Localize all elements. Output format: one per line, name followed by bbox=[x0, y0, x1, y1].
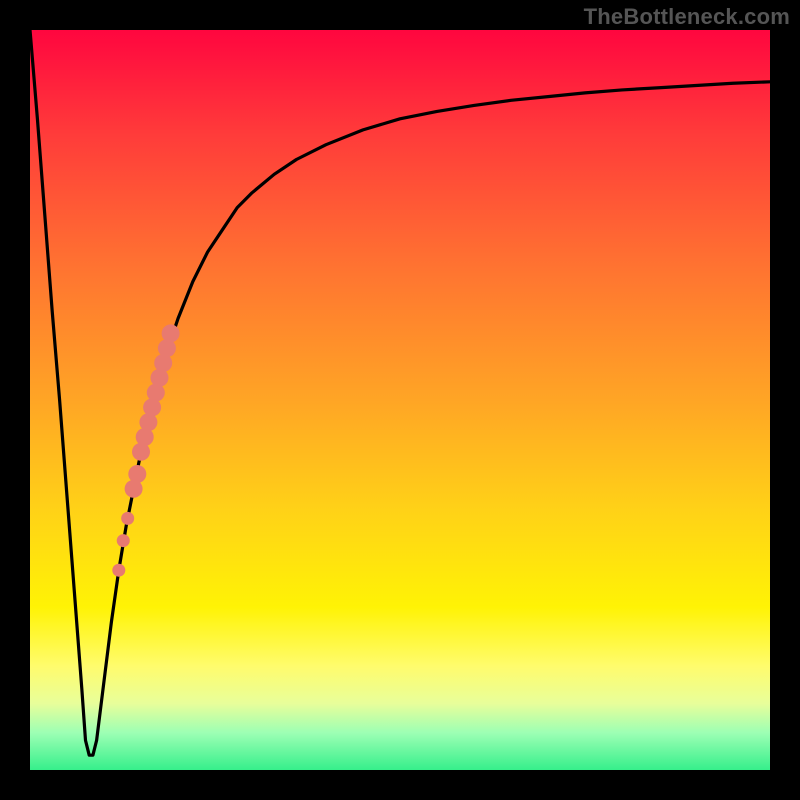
curve-layer bbox=[30, 30, 770, 770]
highlight-dot-small bbox=[112, 564, 125, 577]
bottleneck-curve bbox=[30, 30, 770, 755]
highlight-dot bbox=[162, 324, 180, 342]
highlight-dot-small bbox=[117, 534, 130, 547]
chart-frame: TheBottleneck.com bbox=[0, 0, 800, 800]
plot-area bbox=[30, 30, 770, 770]
watermark-text: TheBottleneck.com bbox=[584, 4, 790, 30]
highlight-markers bbox=[112, 324, 179, 576]
highlight-dot-small bbox=[121, 512, 134, 525]
highlight-dot bbox=[128, 465, 146, 483]
